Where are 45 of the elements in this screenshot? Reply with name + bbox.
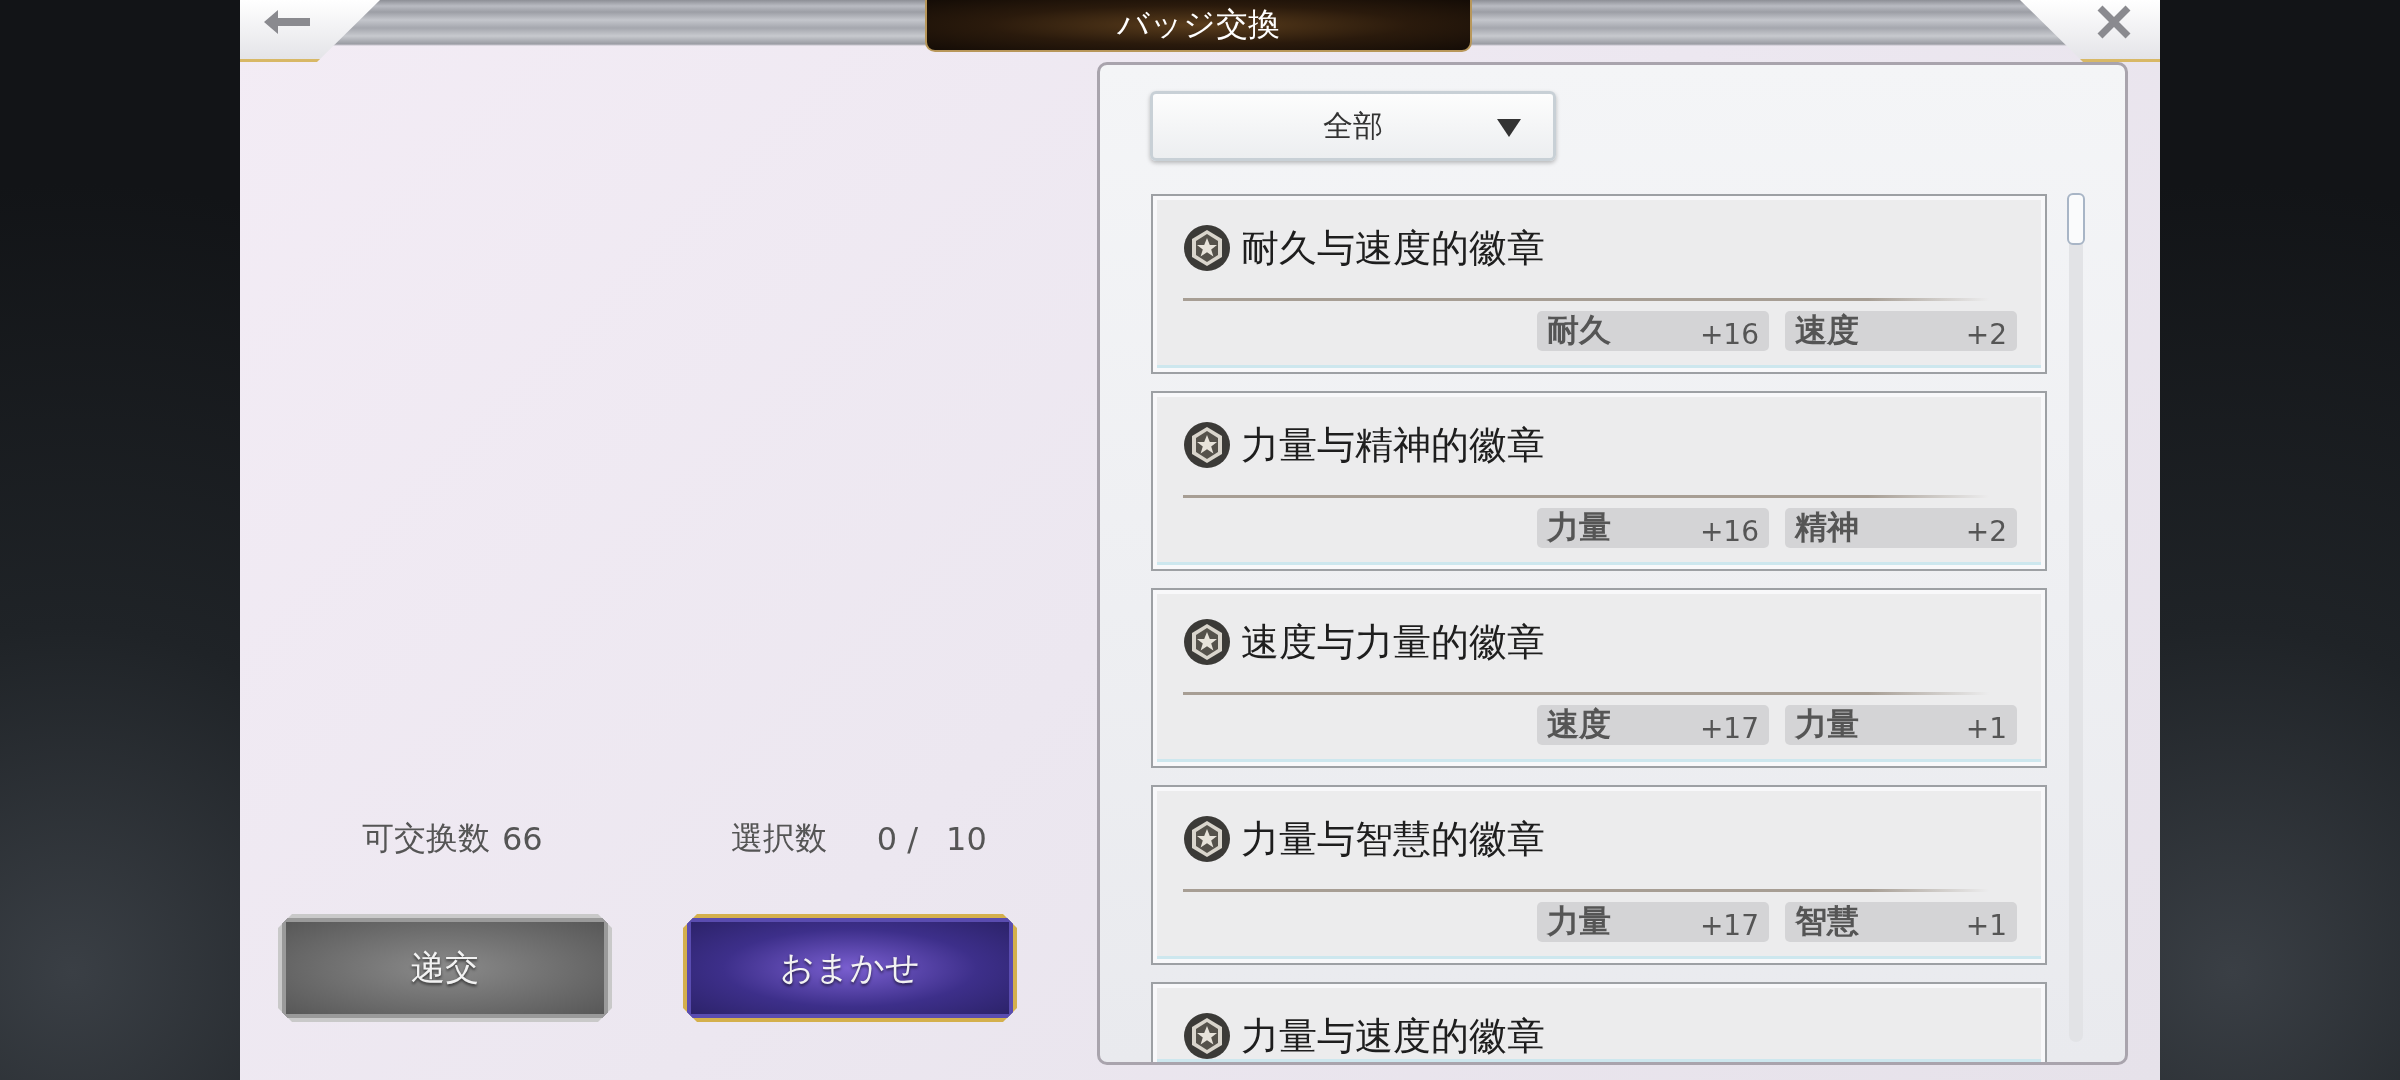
stat-value: +1 [1965, 908, 2007, 942]
stat-value: +2 [1965, 514, 2007, 548]
stat-value: +16 [1699, 514, 1759, 548]
selected-count: 0 / [876, 820, 919, 858]
back-arrow-icon [262, 7, 312, 36]
close-button[interactable] [2020, 0, 2160, 62]
stat-label: 力量 [1547, 507, 1611, 548]
star-badge-icon [1183, 815, 1231, 863]
stat-value: +1 [1965, 711, 2007, 745]
badge-name: 速度与力量的徽章 [1241, 618, 1545, 666]
stat-label: 速度 [1795, 310, 1859, 351]
star-badge-icon [1183, 224, 1231, 272]
stat-value: +2 [1965, 317, 2007, 351]
badge-card[interactable]: 耐久与速度的徽章 耐久 +16 速度 +2 [1153, 196, 2045, 372]
badge-name: 力量与精神的徽章 [1241, 421, 1545, 469]
exchangeable-count: 66 [502, 820, 543, 858]
stat-label: 精神 [1795, 507, 1859, 548]
selected-max: 10 [946, 820, 987, 858]
badge-card[interactable]: 速度与力量的徽章 速度 +17 力量 +1 [1153, 590, 2045, 766]
back-button[interactable] [240, 0, 380, 62]
scrollbar-thumb[interactable] [2067, 193, 2085, 245]
auto-select-button[interactable]: おまかせ [683, 914, 1017, 1022]
screen-title: バッジ交換 [925, 0, 1472, 52]
stat-value: +17 [1699, 908, 1759, 942]
stat-label: 力量 [1795, 704, 1859, 745]
selected-label: 選択数 [730, 818, 827, 859]
badge-name: 力量与速度的徽章 [1241, 1012, 1545, 1060]
caret-icon [1497, 119, 1521, 137]
badge-name: 耐久与速度的徽章 [1241, 224, 1545, 272]
badge-card[interactable]: 力量与速度的徽章 [1153, 984, 2045, 1062]
star-badge-icon [1183, 1012, 1231, 1060]
stat-label: 速度 [1547, 704, 1611, 745]
stat-label: 耐久 [1547, 310, 1611, 351]
badge-card[interactable]: 力量与智慧的徽章 力量 +17 智慧 +1 [1153, 787, 2045, 963]
stat-value: +17 [1699, 711, 1759, 745]
stat-label: 智慧 [1795, 901, 1859, 942]
badge-card[interactable]: 力量与精神的徽章 力量 +16 精神 +2 [1153, 393, 2045, 569]
filter-dropdown[interactable]: 全部 [1150, 91, 1556, 161]
star-badge-icon [1183, 421, 1231, 469]
stat-value: +16 [1699, 317, 1759, 351]
badge-name: 力量与智慧的徽章 [1241, 815, 1545, 863]
stat-label: 力量 [1547, 901, 1611, 942]
close-icon [2096, 3, 2132, 40]
exchangeable-label: 可交换数 [362, 818, 490, 859]
star-badge-icon [1183, 618, 1231, 666]
